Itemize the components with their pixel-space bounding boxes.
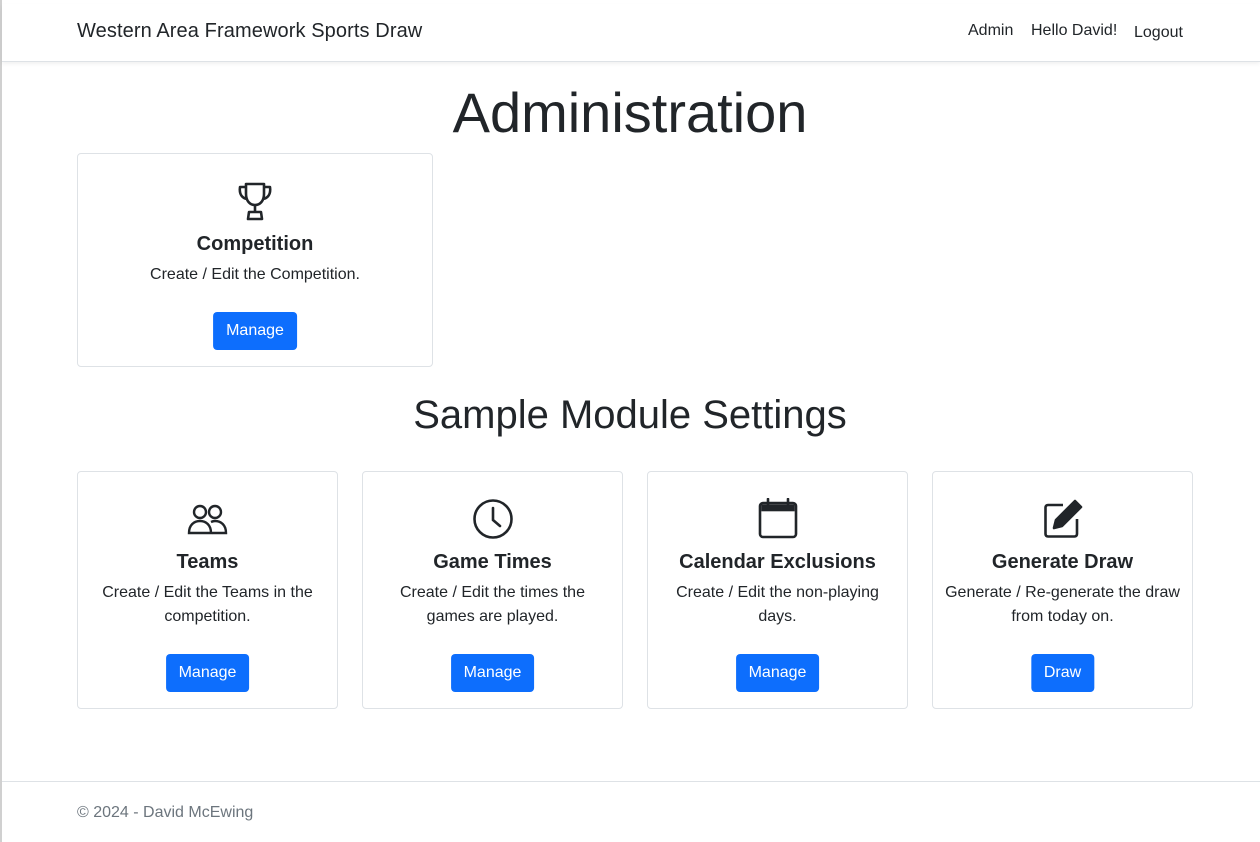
game-times-card: Game Times Create / Edit the times the g… xyxy=(362,471,623,709)
calendar-icon xyxy=(648,498,907,540)
card-title: Generate Draw xyxy=(991,551,1134,573)
navbar-brand[interactable]: Western Area Framework Sports Draw xyxy=(77,20,422,43)
card-title: Game Times xyxy=(433,551,552,573)
nav-link-logout[interactable]: Logout xyxy=(1134,24,1183,42)
card-text: Create / Edit the non-playing days. xyxy=(676,584,879,625)
teams-card: Teams Create / Edit the Teams in the com… xyxy=(77,471,338,709)
trophy-icon xyxy=(78,181,432,223)
nav-link-admin[interactable]: Admin xyxy=(968,22,1013,40)
footer-copyright: © 2024 - David McEwing xyxy=(77,804,254,821)
card-text: Create / Edit the Competition. xyxy=(150,266,360,283)
pencil-square-icon xyxy=(933,499,1192,539)
card-text: Generate / Re-generate the draw from tod… xyxy=(945,584,1180,625)
footer: © 2024 - David McEwing xyxy=(2,781,1260,842)
clock-icon xyxy=(363,498,622,540)
draw-button[interactable]: Draw xyxy=(1030,654,1095,692)
card-text: Create / Edit the times the games are pl… xyxy=(400,584,585,625)
page-title: Administration xyxy=(452,81,808,144)
card-text: Create / Edit the Teams in the competiti… xyxy=(102,584,313,625)
people-icon xyxy=(78,502,337,536)
calendar-exclusions-card: Calendar Exclusions Create / Edit the no… xyxy=(647,471,908,709)
section-title: Sample Module Settings xyxy=(413,393,847,437)
card-title: Teams xyxy=(176,551,239,573)
generate-draw-card: Generate Draw Generate / Re-generate the… xyxy=(932,471,1193,709)
manage-competition-button[interactable]: Manage xyxy=(213,312,297,350)
competition-card: Competition Create / Edit the Competitio… xyxy=(77,153,433,367)
card-title: Calendar Exclusions xyxy=(679,551,876,573)
card-title: Competition xyxy=(196,233,314,255)
nav-link-greeting[interactable]: Hello David! xyxy=(1031,22,1117,40)
manage-game-times-button[interactable]: Manage xyxy=(450,654,535,692)
manage-teams-button[interactable]: Manage xyxy=(165,654,250,692)
navbar: Western Area Framework Sports Draw Admin… xyxy=(2,4,1260,62)
manage-calendar-exclusions-button[interactable]: Manage xyxy=(735,654,820,692)
